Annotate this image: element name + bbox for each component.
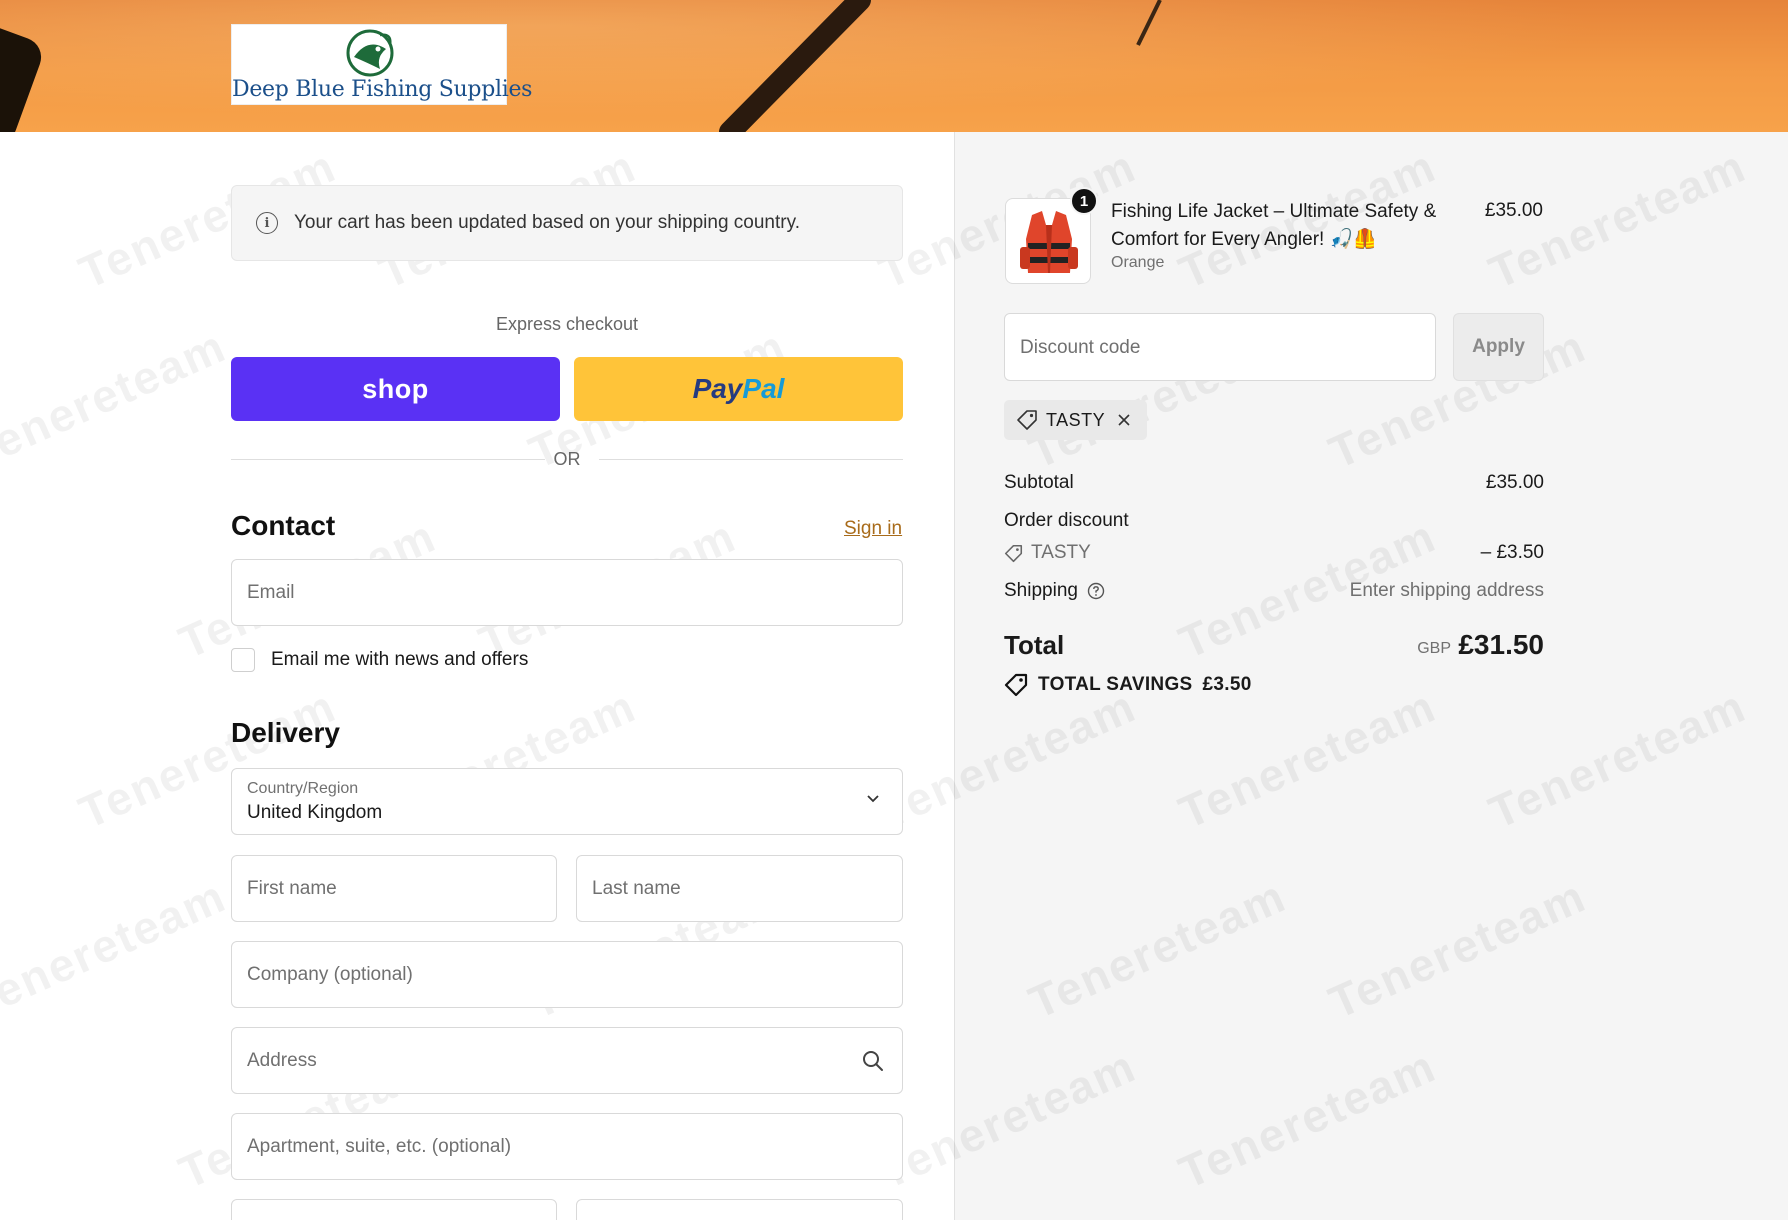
order-discount-label: Order discount <box>1004 510 1129 531</box>
total-label: Total <box>1004 630 1065 660</box>
subtotal-value: £35.00 <box>1485 472 1544 493</box>
shipping-row: Shipping <box>1004 580 1105 602</box>
postcode-field[interactable] <box>576 1199 903 1220</box>
or-divider: OR <box>231 447 903 471</box>
discount-placeholder: Discount code <box>1020 337 1141 358</box>
company-placeholder: Company (optional) <box>247 964 413 985</box>
product-variant: Orange <box>1111 254 1165 271</box>
search-icon[interactable] <box>862 1050 884 1072</box>
store-name: Deep Blue Fishing Supplies <box>232 77 533 102</box>
shop-pay-button[interactable]: shop <box>231 357 560 421</box>
apartment-placeholder: Apartment, suite, etc. (optional) <box>247 1136 512 1157</box>
help-icon[interactable] <box>1087 582 1105 600</box>
shipping-label: Shipping <box>1004 580 1078 601</box>
quantity-badge: 1 <box>1070 187 1098 215</box>
paypal-label-pay: Pay <box>692 373 743 404</box>
notice-text: Your cart has been updated based on your… <box>294 212 800 233</box>
newsletter-checkbox[interactable] <box>231 648 255 672</box>
header-banner: Deep Blue Fishing Supplies <box>0 0 1788 132</box>
tag-icon <box>1017 410 1037 430</box>
fish-logo-icon <box>346 29 394 77</box>
cart-updated-notice: i Your cart has been updated based on yo… <box>231 185 903 261</box>
newsletter-option[interactable]: Email me with news and offers <box>231 648 528 672</box>
or-label: OR <box>553 449 581 469</box>
savings-tag-icon <box>1004 673 1028 697</box>
apartment-field[interactable]: Apartment, suite, etc. (optional) <box>231 1113 903 1180</box>
savings-label: TOTAL SAVINGS <box>1038 674 1193 695</box>
country-label: Country/Region <box>247 780 359 797</box>
applied-code-label: TASTY <box>1046 409 1106 430</box>
applied-discount-chip: TASTY <box>1004 400 1147 440</box>
address-placeholder: Address <box>247 1050 317 1071</box>
store-logo[interactable]: Deep Blue Fishing Supplies <box>231 24 533 105</box>
discount-value: – £3.50 <box>1480 542 1544 563</box>
discount-code-text: TASTY <box>1031 542 1091 563</box>
discount-code-input[interactable]: Discount code <box>1004 313 1436 381</box>
last-name-field[interactable]: Last name <box>576 855 903 922</box>
city-field[interactable] <box>231 1199 557 1220</box>
discount-code-row: TASTY <box>1004 542 1091 564</box>
delivery-heading: Delivery <box>231 717 340 748</box>
info-icon: i <box>256 212 278 234</box>
savings-value: £3.50 <box>1202 674 1252 695</box>
total-value: £31.50 <box>1458 629 1544 660</box>
email-placeholder: Email <box>247 582 295 603</box>
paypal-button[interactable]: Pay Pal <box>574 357 903 421</box>
address-field[interactable]: Address <box>231 1027 903 1094</box>
newsletter-label: Email me with news and offers <box>271 649 529 670</box>
remove-discount-close-icon[interactable] <box>1117 413 1131 427</box>
first-name-field[interactable]: First name <box>231 855 557 922</box>
country-select[interactable]: Country/Region United Kingdom <box>231 768 903 835</box>
total-currency: GBP <box>1417 640 1451 657</box>
subtotal-label: Subtotal <box>1004 472 1074 493</box>
total-savings: TOTAL SAVINGS £3.50 <box>1004 673 1252 697</box>
sign-in-link[interactable]: Sign in <box>844 518 902 540</box>
last-name-placeholder: Last name <box>592 878 681 899</box>
chevron-down-icon <box>867 795 879 803</box>
email-field[interactable]: Email <box>231 559 903 626</box>
paypal-label-pal: Pal <box>742 373 785 404</box>
apply-button[interactable]: Apply <box>1453 313 1544 381</box>
contact-heading: Contact <box>231 510 336 541</box>
country-value: United Kingdom <box>247 802 383 823</box>
company-field[interactable]: Company (optional) <box>231 941 903 1008</box>
express-checkout-label: Express checkout <box>495 314 639 334</box>
product-price: £35.00 <box>1484 200 1543 221</box>
tag-icon <box>1004 544 1023 562</box>
first-name-placeholder: First name <box>247 878 337 899</box>
shop-pay-label: shop <box>362 373 429 404</box>
shipping-value: Enter shipping address <box>1349 580 1544 601</box>
